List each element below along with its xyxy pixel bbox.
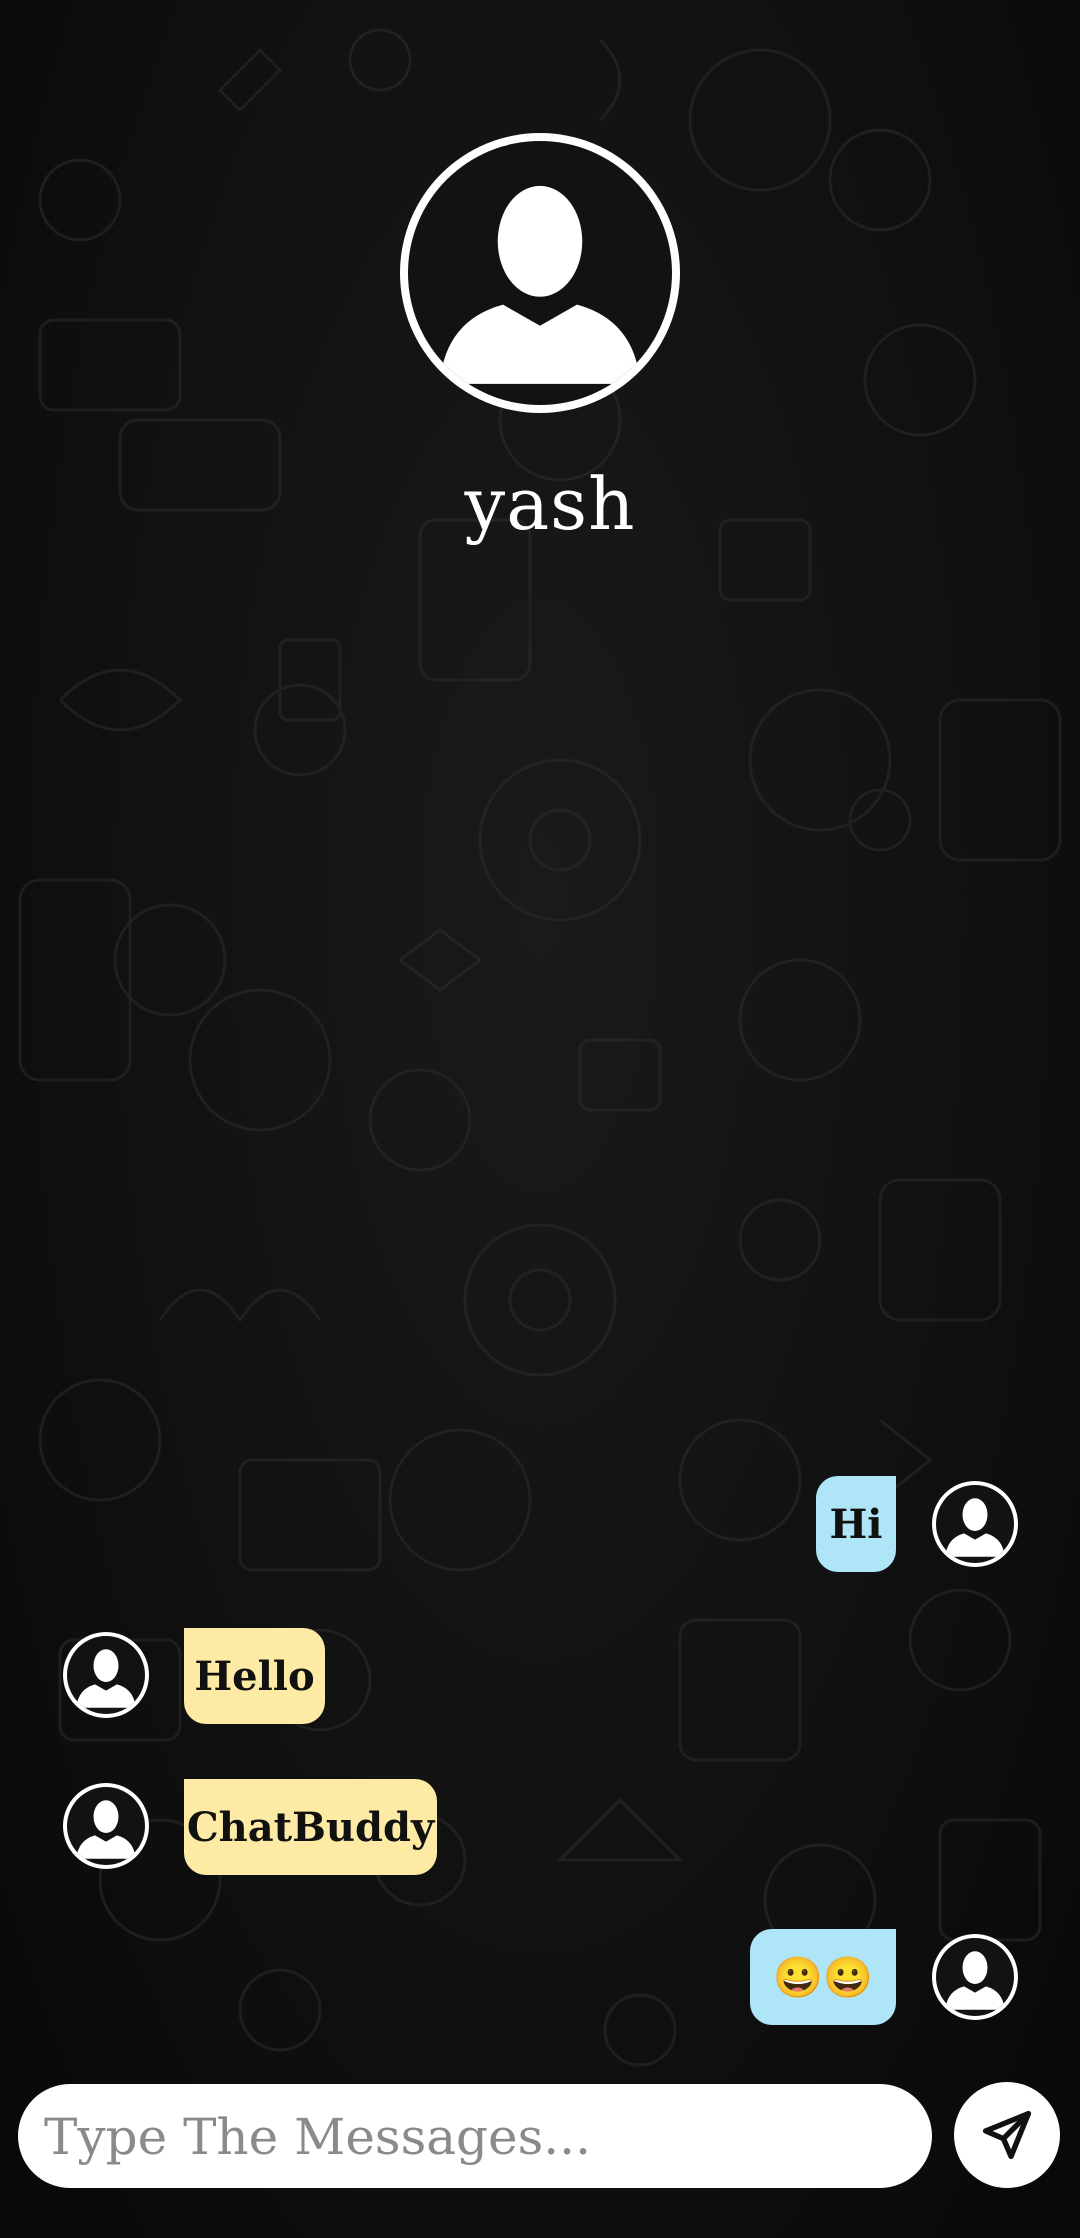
chat-screen: yash Hi Hello ChatBuddy 😀😀 — [0, 0, 1080, 2238]
receiver-avatar — [63, 1632, 149, 1718]
message-bubble-received[interactable]: Hello — [184, 1628, 325, 1724]
message-bubble-received[interactable]: ChatBuddy — [184, 1779, 437, 1875]
contact-name: yash — [464, 462, 636, 546]
sender-avatar — [932, 1481, 1018, 1567]
user-silhouette-icon — [76, 1649, 136, 1708]
message-bubble-sent[interactable]: Hi — [816, 1476, 896, 1572]
message-input-container — [18, 2084, 932, 2190]
user-silhouette-icon — [945, 1951, 1005, 2010]
send-button[interactable] — [954, 2082, 1060, 2188]
contact-avatar[interactable] — [400, 133, 680, 413]
message-input[interactable] — [42, 2084, 906, 2190]
user-silhouette-icon — [439, 185, 641, 384]
user-silhouette-icon — [76, 1800, 136, 1859]
sender-avatar — [932, 1934, 1018, 2020]
send-arrow-icon — [982, 2110, 1032, 2160]
message-bubble-sent[interactable]: 😀😀 — [750, 1929, 896, 2025]
receiver-avatar — [63, 1783, 149, 1869]
user-silhouette-icon — [945, 1498, 1005, 1557]
